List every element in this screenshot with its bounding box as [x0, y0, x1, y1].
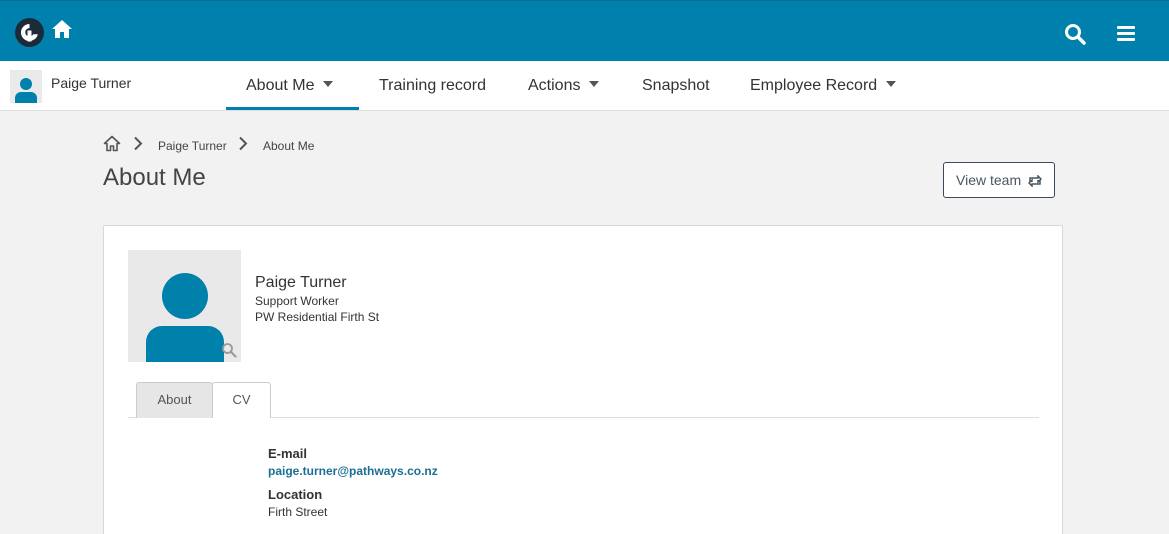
main-navbar: Paige Turner About Me Training record Ac… [0, 61, 1169, 111]
chevron-right-icon [238, 136, 248, 154]
page-title: About Me [103, 164, 206, 191]
tab-label: Employee Record [750, 77, 878, 94]
search-icon[interactable] [1064, 23, 1086, 50]
profile-name: Paige Turner [255, 274, 347, 291]
breadcrumb-item-about-me: About Me [263, 139, 315, 153]
profile-role: Support Worker [255, 294, 339, 308]
email-label: E-mail [268, 446, 308, 461]
view-team-label: View team [956, 172, 1022, 188]
tab-about[interactable]: About [136, 382, 213, 418]
view-team-button[interactable]: View team [943, 162, 1055, 198]
tab-label: Actions [528, 77, 581, 94]
tab-label: About Me [246, 77, 315, 94]
tab-about-me[interactable]: About Me [226, 61, 359, 110]
current-user-name[interactable]: Paige Turner [51, 75, 131, 91]
zoom-icon[interactable] [221, 342, 237, 358]
location-value: Firth Street [268, 505, 328, 519]
pathways-logo-icon[interactable] [15, 18, 44, 47]
top-app-bar [0, 0, 1169, 61]
email-link[interactable]: paige.turner@pathways.co.nz [268, 464, 438, 478]
chevron-right-icon [133, 136, 143, 154]
tab-actions[interactable]: Actions [528, 61, 600, 110]
tab-snapshot[interactable]: Snapshot [642, 61, 710, 110]
person-icon [146, 273, 224, 362]
retweet-icon [1028, 175, 1042, 187]
chevron-down-icon [323, 80, 334, 87]
profile-tabs: About CV [128, 382, 1039, 418]
profile-photo[interactable] [128, 250, 241, 362]
tab-employee-record[interactable]: Employee Record [750, 61, 897, 110]
tab-label: Training record [379, 77, 487, 94]
hamburger-menu-icon[interactable] [1116, 25, 1136, 47]
chevron-down-icon [589, 80, 600, 87]
home-icon[interactable] [51, 19, 73, 44]
profile-card: Paige Turner Support Worker PW Residenti… [103, 225, 1063, 534]
home-outline-icon[interactable] [103, 135, 121, 155]
tab-cv[interactable]: CV [212, 382, 271, 418]
location-label: Location [268, 487, 323, 502]
tab-label: Snapshot [642, 77, 710, 94]
tab-training-record[interactable]: Training record [379, 61, 486, 110]
chevron-down-icon [886, 80, 897, 87]
profile-site: PW Residential Firth St [255, 310, 380, 324]
breadcrumb-item-paige-turner[interactable]: Paige Turner [158, 139, 227, 153]
avatar[interactable] [10, 70, 42, 103]
